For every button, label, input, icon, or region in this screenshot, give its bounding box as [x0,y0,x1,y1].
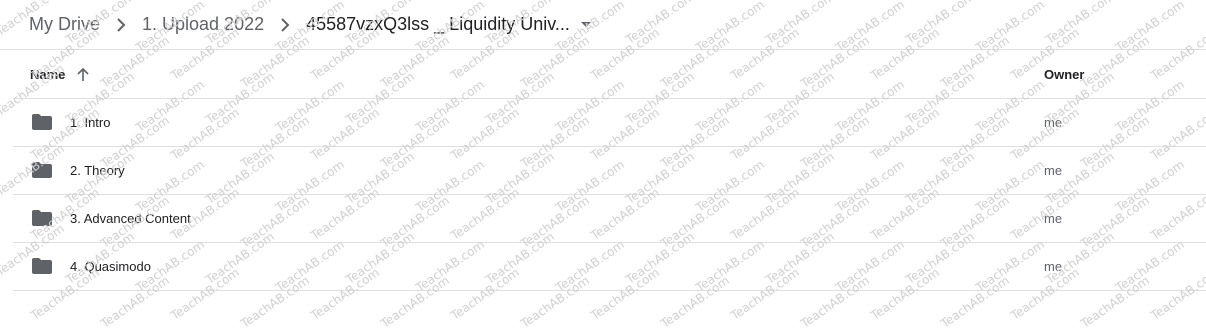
table-row[interactable]: 4. Quasimodo me [13,243,1206,291]
breadcrumb: My Drive 1. Upload 2022 45587vzxQ3lss _ … [0,0,1206,50]
caret-down-icon [580,19,592,31]
row-owner: me [1044,211,1063,226]
chevron-right-icon [109,13,133,37]
breadcrumb-upload-2022[interactable]: 1. Upload 2022 [135,10,271,39]
folder-icon [32,258,52,274]
row-owner: me [1044,115,1063,130]
drive-folder-view: My Drive 1. Upload 2022 45587vzxQ3lss _ … [0,0,1206,328]
folder-icon [32,114,52,130]
chevron-right-icon [273,13,297,37]
breadcrumb-current-folder[interactable]: 45587vzxQ3lss _ Liquidity Univ... [299,10,599,39]
folder-icon [32,162,52,178]
table-row[interactable]: 2. Theory me [13,147,1206,195]
owner-column-header[interactable]: Owner [1044,67,1084,82]
breadcrumb-my-drive[interactable]: My Drive [22,10,107,39]
row-owner: me [1044,163,1063,178]
row-name: 2. Theory [70,163,125,178]
current-folder-label: 45587vzxQ3lss _ Liquidity Univ... [306,14,570,34]
name-column-label: Name [30,67,66,82]
table-header: Name Owner [13,51,1206,99]
row-name: 4. Quasimodo [70,259,151,274]
row-owner: me [1044,259,1063,274]
row-name: 3. Advanced Content [70,211,191,226]
arrow-up-icon[interactable] [75,67,91,83]
table-row[interactable]: 1. Intro me [13,99,1206,147]
file-table: Name Owner 1. Intro me 2. Theory me 3. A… [13,51,1206,291]
row-name: 1. Intro [70,115,111,130]
folder-icon [32,210,52,226]
table-row[interactable]: 3. Advanced Content me [13,195,1206,243]
name-column-header[interactable]: Name [30,67,91,83]
